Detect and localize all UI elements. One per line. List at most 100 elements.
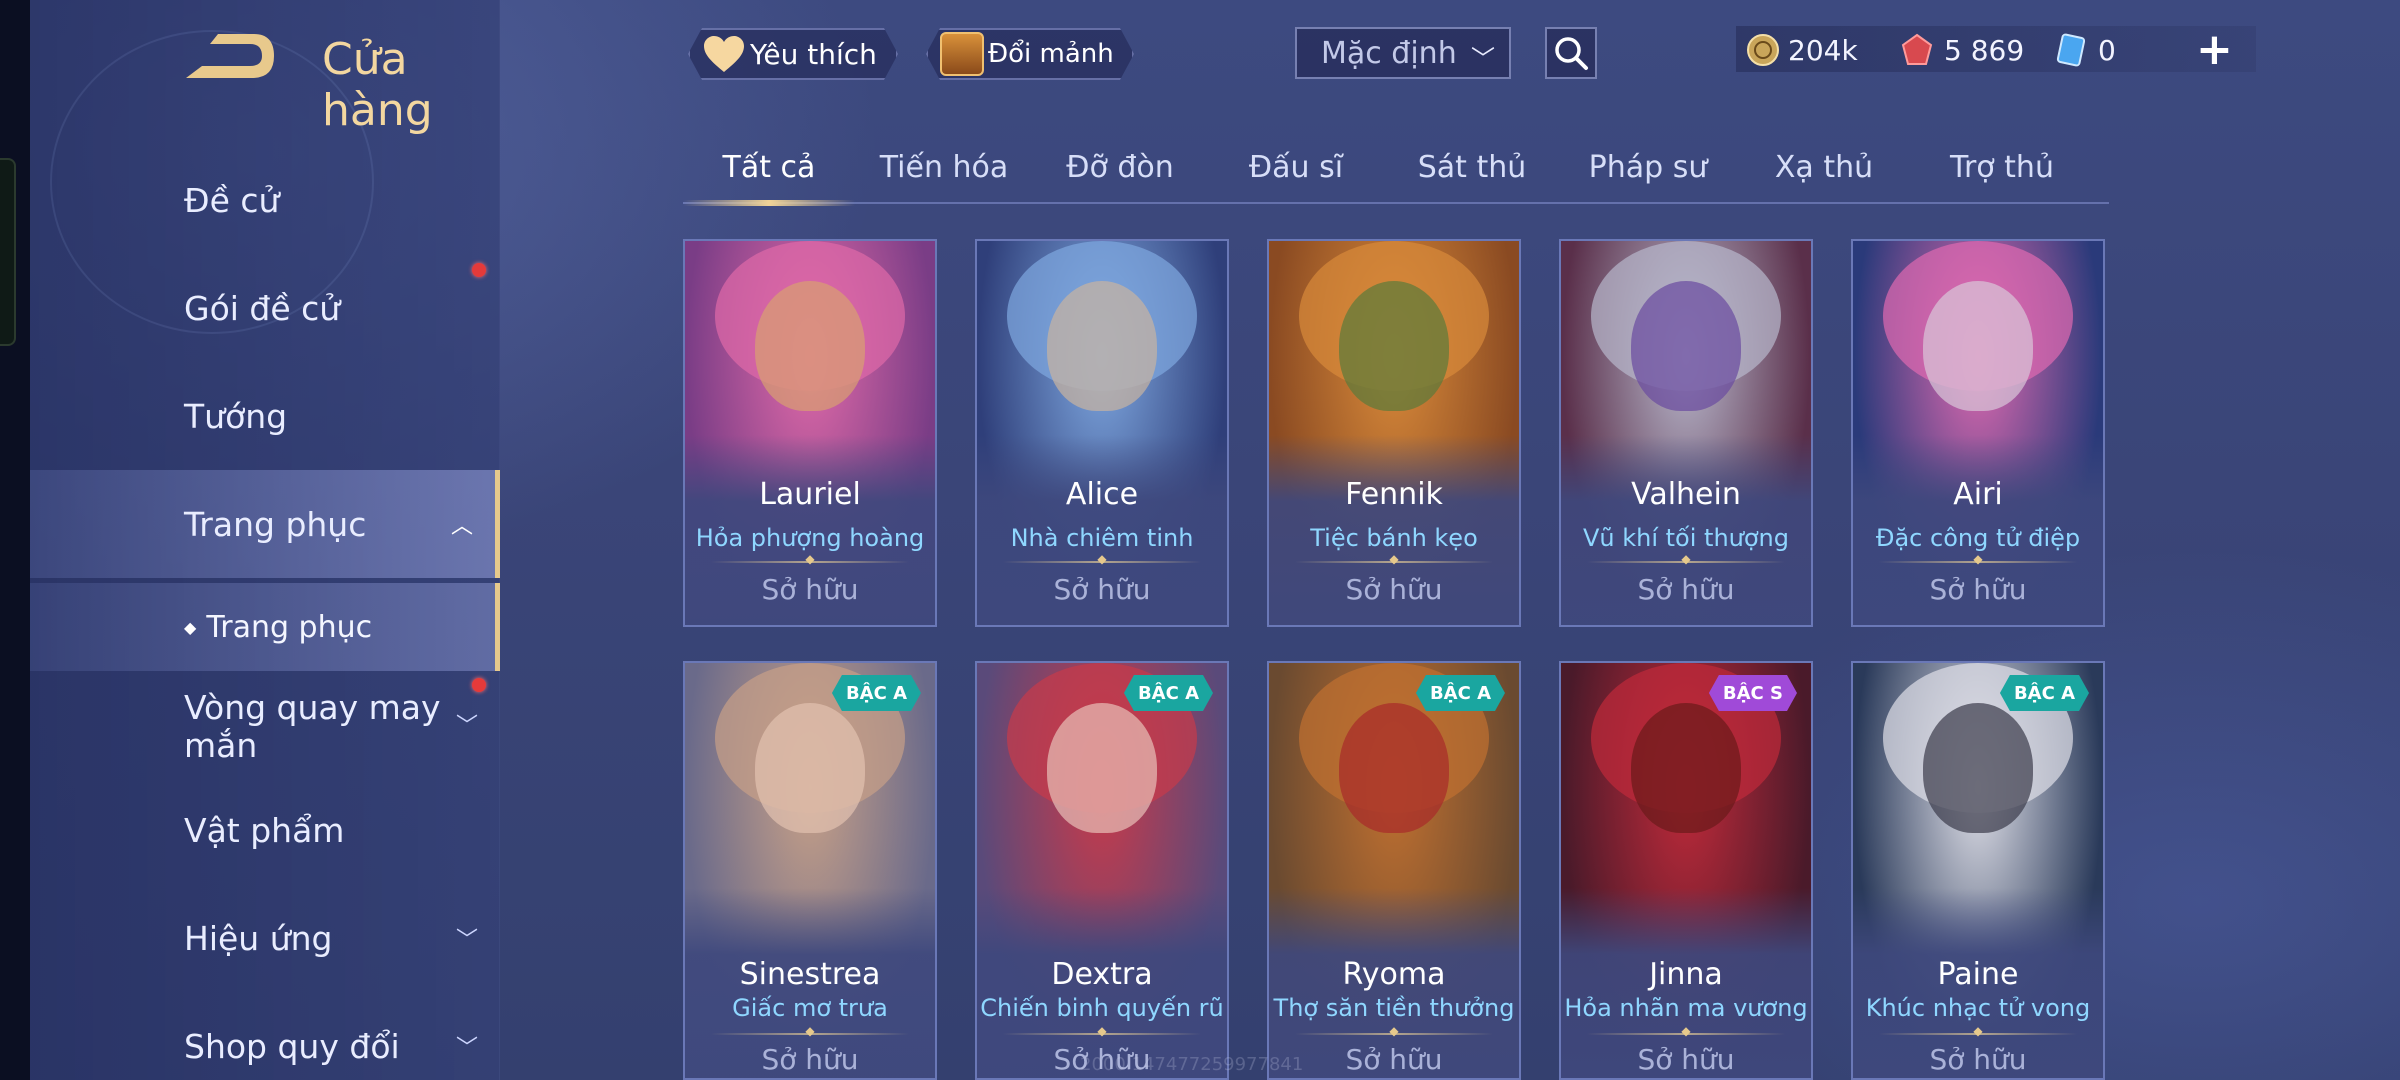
tab-label: Đấu sĩ bbox=[1248, 150, 1344, 185]
owned-status: Sở hữu bbox=[1637, 1043, 1735, 1076]
chevron-down-icon: ﹀ bbox=[1471, 45, 1495, 73]
gold-amount: 204k bbox=[1788, 33, 1858, 67]
treasure-chest-icon bbox=[940, 32, 984, 76]
sidebar-item-effects[interactable]: Hiệu ứng ﹀ bbox=[30, 888, 500, 988]
skin-card[interactable]: Lauriel Hỏa phượng hoàng Sở hữu bbox=[683, 239, 937, 627]
voucher-amount: 0 bbox=[2098, 33, 2116, 67]
sidebar-item-label: Đề cử bbox=[184, 180, 280, 220]
tab-fighter[interactable]: Đấu sĩ bbox=[1210, 150, 1382, 185]
skin-name: Hỏa phượng hoàng bbox=[695, 524, 925, 552]
tab-label: Đỡ đòn bbox=[1066, 150, 1174, 185]
skin-card[interactable]: BẬC A Dextra Chiến binh quyến rũ Sở hữu bbox=[975, 661, 1229, 1080]
back-arrow-icon bbox=[186, 34, 274, 78]
screen-edge bbox=[0, 0, 30, 1080]
chevron-down-icon: ﹀ bbox=[455, 714, 478, 739]
owned-status: Sở hữu bbox=[761, 1043, 859, 1076]
side-handle[interactable] bbox=[0, 158, 16, 346]
skin-card[interactable]: BẬC A Paine Khúc nhạc tử vong Sở hữu bbox=[1851, 661, 2105, 1080]
sidebar-subitem-skins[interactable]: ◆ Trang phục bbox=[30, 583, 500, 671]
hero-name: Alice bbox=[1065, 477, 1139, 512]
chevron-down-icon: ﹀ bbox=[455, 1036, 478, 1061]
card-divider bbox=[1587, 1033, 1785, 1035]
exchange-fragments-button[interactable]: Đổi mảnh bbox=[926, 28, 1134, 80]
exchange-label: Đổi mảnh bbox=[988, 39, 1114, 69]
sort-select[interactable]: Mặc định ﹀ bbox=[1295, 27, 1511, 79]
search-icon bbox=[1555, 37, 1588, 70]
owned-status: Sở hữu bbox=[1345, 573, 1443, 606]
card-divider bbox=[1003, 561, 1201, 563]
card-divider bbox=[1879, 1033, 2077, 1035]
sort-selected-value: Mặc định bbox=[1321, 35, 1457, 71]
tab-label: Tiến hóa bbox=[879, 150, 1009, 185]
sidebar-item-label: Vật phẩm bbox=[184, 810, 345, 850]
tab-support[interactable]: Trợ thủ bbox=[1916, 150, 2088, 185]
sidebar-item-items[interactable]: Vật phẩm bbox=[30, 780, 500, 880]
tab-mage[interactable]: Pháp sư bbox=[1562, 150, 1734, 185]
sidebar-item-heroes[interactable]: Tướng bbox=[30, 366, 500, 466]
artwork-shape bbox=[1047, 703, 1157, 833]
skin-card[interactable]: BẬC A Sinestrea Giấc mơ trưa Sở hữu bbox=[683, 661, 937, 1080]
sidebar: Cửa hàng Đề cử Gói đề cử Tướng Trang phụ… bbox=[30, 0, 500, 1080]
skin-card[interactable]: Airi Đặc công tử điệp Sở hữu bbox=[1851, 239, 2105, 627]
notification-dot bbox=[472, 678, 486, 692]
skin-card[interactable]: Valhein Vũ khí tối thượng Sở hữu bbox=[1559, 239, 1813, 627]
tab-all[interactable]: Tất cả bbox=[683, 150, 855, 185]
card-divider bbox=[1587, 561, 1785, 563]
notification-dot bbox=[472, 263, 486, 277]
add-currency-button[interactable]: + bbox=[2196, 24, 2233, 75]
skin-name: Tiệc bánh kẹo bbox=[1310, 524, 1478, 552]
skin-card[interactable]: BẬC S Jinna Hỏa nhãn ma vương Sở hữu bbox=[1559, 661, 1813, 1080]
gold-currency: 204k bbox=[1746, 28, 1858, 72]
tier-badge: BẬC A bbox=[832, 675, 921, 711]
tab-tank[interactable]: Đỡ đòn bbox=[1034, 150, 1206, 185]
chevron-down-icon: ﹀ bbox=[455, 928, 478, 953]
tier-badge: BẬC A bbox=[1124, 675, 1213, 711]
tab-assassin[interactable]: Sát thủ bbox=[1386, 150, 1558, 185]
sidebar-item-recommended[interactable]: Đề cử bbox=[30, 150, 500, 250]
hero-name: Sinestrea bbox=[739, 957, 881, 992]
voucher-currency: 0 bbox=[2054, 28, 2116, 72]
diamond-bullet-icon: ◆ bbox=[184, 617, 197, 637]
tab-label: Xạ thủ bbox=[1774, 150, 1874, 185]
page-title: Cửa hàng bbox=[322, 34, 433, 136]
card-divider bbox=[1295, 561, 1493, 563]
chevron-up-icon: ︿ bbox=[450, 514, 473, 539]
tab-marksman[interactable]: Xạ thủ bbox=[1738, 150, 1910, 185]
card-divider bbox=[1003, 1033, 1201, 1035]
tier-badge: BẬC A bbox=[1416, 675, 1505, 711]
artwork-shape bbox=[1923, 281, 2033, 411]
sidebar-item-label: Shop quy đổi bbox=[184, 1026, 400, 1066]
hero-name: Jinna bbox=[1649, 957, 1723, 992]
sidebar-item-lucky-spin[interactable]: Vòng quay may mắn ﹀ bbox=[30, 672, 500, 782]
sidebar-item-recommended-packs[interactable]: Gói đề cử bbox=[30, 258, 500, 358]
back-button[interactable] bbox=[180, 30, 280, 88]
gem-currency: 5 869 bbox=[1900, 28, 2024, 72]
skin-card[interactable]: Alice Nhà chiêm tinh Sở hữu bbox=[975, 239, 1229, 627]
owned-status: Sở hữu bbox=[1053, 573, 1151, 606]
sidebar-item-exchange-shop[interactable]: Shop quy đổi ﹀ bbox=[30, 996, 500, 1080]
card-divider bbox=[1295, 1033, 1493, 1035]
owned-status: Sở hữu bbox=[761, 573, 859, 606]
skin-name: Hỏa nhãn ma vương bbox=[1564, 994, 1808, 1022]
search-button[interactable] bbox=[1545, 27, 1597, 79]
sidebar-item-skins[interactable]: Trang phục ︿ bbox=[30, 470, 500, 578]
skin-name: Nhà chiêm tinh bbox=[1010, 524, 1194, 552]
card-divider bbox=[711, 1033, 909, 1035]
card-divider bbox=[1879, 561, 2077, 563]
tab-label: Pháp sư bbox=[1588, 150, 1708, 185]
favorite-button[interactable]: Yêu thích bbox=[688, 28, 898, 80]
artwork-shape bbox=[1339, 281, 1449, 411]
sidebar-subitem-label: Trang phục bbox=[206, 609, 373, 645]
heart-icon bbox=[702, 34, 746, 74]
tab-evolution[interactable]: Tiến hóa bbox=[858, 150, 1030, 185]
skin-card[interactable]: BẬC A Ryoma Thợ săn tiền thưởng Sở hữu bbox=[1267, 661, 1521, 1080]
hero-name: Fennik bbox=[1345, 477, 1443, 512]
owned-status: Sở hữu bbox=[1929, 573, 2027, 606]
skin-name: Đặc công tử điệp bbox=[1875, 524, 2081, 552]
owned-status: Sở hữu bbox=[1929, 1043, 2027, 1076]
artwork-shape bbox=[1631, 703, 1741, 833]
skin-card[interactable]: Fennik Tiệc bánh kẹo Sở hữu bbox=[1267, 239, 1521, 627]
sidebar-item-label: Trang phục bbox=[184, 504, 367, 544]
skin-name: Khúc nhạc tử vong bbox=[1865, 994, 2091, 1022]
tier-badge: BẬC S bbox=[1709, 675, 1797, 711]
